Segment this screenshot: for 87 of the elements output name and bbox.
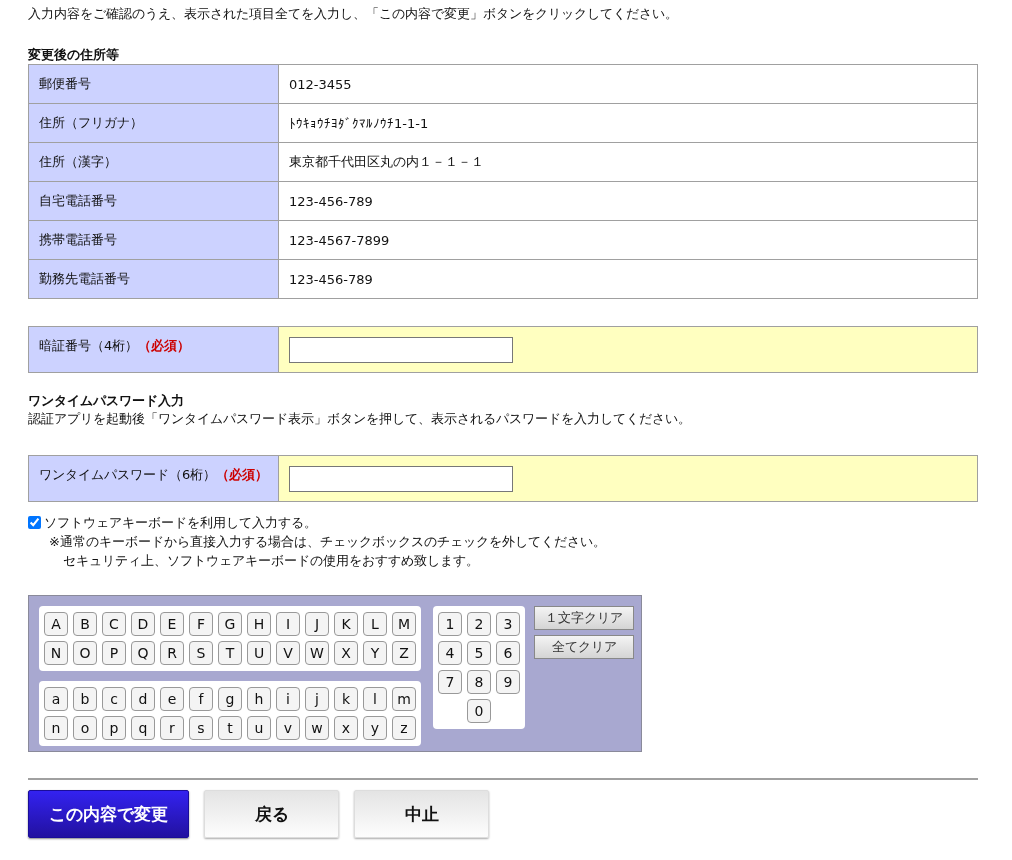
submit-button[interactable]: この内容で変更: [28, 790, 189, 838]
letter-key[interactable]: F: [189, 612, 213, 636]
letter-key[interactable]: m: [392, 687, 416, 711]
letter-key[interactable]: z: [392, 716, 416, 740]
letter-key[interactable]: N: [44, 641, 68, 665]
letter-key[interactable]: G: [218, 612, 242, 636]
digit-key[interactable]: 9: [496, 670, 520, 694]
field-label: ワンタイムパスワード（6桁）: [39, 465, 217, 484]
required-mark: （必須）: [216, 465, 269, 484]
table-label-cell: 自宅電話番号: [29, 182, 279, 221]
checkbox[interactable]: [28, 516, 41, 529]
letter-key[interactable]: D: [131, 612, 155, 636]
note-text: ※通常のキーボードから直接入力する場合は、チェックボックスのチェックを外してください。: [48, 533, 607, 551]
letter-key[interactable]: X: [334, 641, 358, 665]
letter-key[interactable]: B: [73, 612, 97, 636]
letter-key[interactable]: A: [44, 612, 68, 636]
section-heading: 変更後の住所等: [28, 46, 119, 64]
section-heading: ワンタイムパスワード入力: [28, 392, 185, 410]
letter-key[interactable]: O: [73, 641, 97, 665]
table-label-cell: 勤務先電話番号: [29, 260, 279, 299]
clear-button[interactable]: １文字クリア: [534, 606, 634, 630]
intro-text: 入力内容をご確認のうえ、表示された項目全てを入力し、「この内容で変更」ボタンをクリックしてください。: [28, 5, 679, 23]
letter-key[interactable]: C: [102, 612, 126, 636]
letter-key[interactable]: V: [276, 641, 300, 665]
letter-key[interactable]: p: [102, 716, 126, 740]
secondary-button[interactable]: 戻る: [204, 790, 339, 838]
input-field[interactable]: [289, 336, 513, 363]
required-mark: （必須）: [138, 336, 191, 355]
table-label-cell: 携帯電話番号: [29, 221, 279, 260]
letter-key[interactable]: s: [189, 716, 213, 740]
description-text: 認証アプリを起動後「ワンタイムパスワード表示」ボタンを押して、表示されるパスワードを入力してください。: [28, 410, 692, 428]
letter-key[interactable]: l: [363, 687, 387, 711]
letter-key[interactable]: o: [73, 716, 97, 740]
digit-key[interactable]: 0: [467, 699, 491, 723]
letter-key[interactable]: K: [334, 612, 358, 636]
letter-key[interactable]: u: [247, 716, 271, 740]
letter-key[interactable]: g: [218, 687, 242, 711]
letter-key[interactable]: Q: [131, 641, 155, 665]
letter-key[interactable]: q: [131, 716, 155, 740]
letter-key[interactable]: k: [334, 687, 358, 711]
digit-key[interactable]: 8: [467, 670, 491, 694]
letter-key[interactable]: J: [305, 612, 329, 636]
letter-key[interactable]: L: [363, 612, 387, 636]
letter-key[interactable]: i: [276, 687, 300, 711]
letter-key[interactable]: W: [305, 641, 329, 665]
letter-key[interactable]: T: [218, 641, 242, 665]
letter-key[interactable]: f: [189, 687, 213, 711]
digit-key[interactable]: 4: [438, 641, 462, 665]
input-field[interactable]: [289, 465, 513, 492]
table-label-cell: 住所（フリガナ）: [29, 104, 279, 143]
digit-key[interactable]: 5: [467, 641, 491, 665]
letter-key[interactable]: M: [392, 612, 416, 636]
letter-key[interactable]: R: [160, 641, 184, 665]
letter-key[interactable]: a: [44, 687, 68, 711]
letter-key[interactable]: Y: [363, 641, 387, 665]
letter-key[interactable]: b: [73, 687, 97, 711]
field-label: 暗証番号（4桁）: [39, 336, 139, 355]
letter-key[interactable]: E: [160, 612, 184, 636]
digit-key[interactable]: 2: [467, 612, 491, 636]
letter-key[interactable]: U: [247, 641, 271, 665]
letter-key[interactable]: n: [44, 716, 68, 740]
letter-key[interactable]: h: [247, 687, 271, 711]
letter-key[interactable]: y: [363, 716, 387, 740]
checkbox-label: ソフトウェアキーボードを利用して入力する。: [44, 514, 317, 532]
secondary-button[interactable]: 中止: [354, 790, 489, 838]
letter-key[interactable]: H: [247, 612, 271, 636]
note-text: セキュリティ上、ソフトウェアキーボードの使用をおすすめ致します。: [62, 552, 480, 570]
letter-key[interactable]: w: [305, 716, 329, 740]
clear-button[interactable]: 全てクリア: [534, 635, 634, 659]
letter-key[interactable]: v: [276, 716, 300, 740]
letter-key[interactable]: c: [102, 687, 126, 711]
letter-key[interactable]: x: [334, 716, 358, 740]
letter-key[interactable]: t: [218, 716, 242, 740]
letter-key[interactable]: j: [305, 687, 329, 711]
digit-key[interactable]: 6: [496, 641, 520, 665]
letter-key[interactable]: S: [189, 641, 213, 665]
table-label-cell: 住所（漢字）: [29, 143, 279, 182]
letter-key[interactable]: I: [276, 612, 300, 636]
table-label-cell: 郵便番号: [29, 65, 279, 104]
letter-key[interactable]: Z: [392, 641, 416, 665]
digit-key[interactable]: 1: [438, 612, 462, 636]
letter-key[interactable]: P: [102, 641, 126, 665]
letter-key[interactable]: r: [160, 716, 184, 740]
digit-key[interactable]: 3: [496, 612, 520, 636]
letter-key[interactable]: e: [160, 687, 184, 711]
letter-key[interactable]: d: [131, 687, 155, 711]
digit-key[interactable]: 7: [438, 670, 462, 694]
